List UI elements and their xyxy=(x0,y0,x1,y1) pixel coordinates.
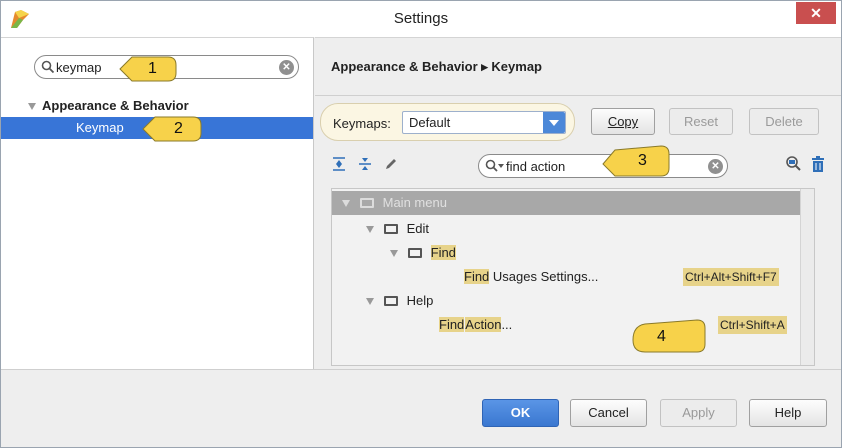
callout-number: 3 xyxy=(638,152,647,169)
window-title: Settings xyxy=(393,10,449,27)
apply-button[interactable]: Apply xyxy=(660,399,737,427)
tree-item-label: Appearance & Behavior xyxy=(42,98,189,113)
reset-button[interactable]: Reset xyxy=(669,108,733,135)
tree-row-help[interactable]: Help xyxy=(332,289,800,313)
callout-number: 2 xyxy=(174,120,183,137)
edit-pencil-icon[interactable] xyxy=(383,156,399,172)
menu-folder-icon xyxy=(360,197,374,208)
trash-icon[interactable] xyxy=(810,155,826,173)
tree-row-main-menu[interactable]: Main menu xyxy=(332,191,800,215)
action-search-value: find action xyxy=(506,159,566,174)
tree-row-edit[interactable]: Edit xyxy=(332,217,800,241)
ok-button[interactable]: OK xyxy=(482,399,559,427)
tree-label: Usages Settings... xyxy=(489,269,599,284)
callout-2: 2 xyxy=(141,114,203,144)
expand-arrow-icon xyxy=(366,298,374,306)
cancel-button[interactable]: Cancel xyxy=(570,399,647,427)
shortcut-badge: Ctrl+Alt+Shift+F7 xyxy=(683,268,779,286)
tree-label: Help xyxy=(406,293,434,308)
keymap-action-tree: Main menu Edit Find Find Usages Settings… xyxy=(331,188,815,366)
callout-number: 4 xyxy=(657,328,666,345)
footer-divider xyxy=(1,369,841,370)
find-shortcut-icon[interactable] xyxy=(785,155,803,173)
divider xyxy=(315,95,841,96)
tree-row-find-action[interactable]: FindAction... Ctrl+Shift+A xyxy=(332,313,800,337)
copy-button[interactable]: Copy xyxy=(591,108,655,135)
settings-sidebar: keymap ✕ Appearance & Behavior Keymap 1 … xyxy=(1,37,314,369)
tree-label: ... xyxy=(501,317,513,332)
tree-item-label: Keymap xyxy=(76,120,124,135)
search-dropdown-icon xyxy=(485,159,504,172)
folder-icon xyxy=(384,295,398,306)
clear-search-icon[interactable]: ✕ xyxy=(708,159,723,174)
tree-label: Edit xyxy=(406,221,430,236)
settings-search-value: keymap xyxy=(56,60,102,75)
tree-label: Main menu xyxy=(382,195,447,210)
breadcrumb: Appearance & Behavior ▸ Keymap xyxy=(331,59,542,74)
callout-1: 1 xyxy=(118,54,178,84)
dropdown-arrow-icon[interactable] xyxy=(543,112,565,133)
expand-arrow-icon xyxy=(28,103,36,111)
expand-arrow-icon xyxy=(342,200,350,208)
expand-all-icon[interactable] xyxy=(331,156,347,172)
title-bar: Settings ✕ xyxy=(1,1,841,37)
delete-button[interactable]: Delete xyxy=(749,108,819,135)
help-button[interactable]: Help xyxy=(749,399,827,427)
match-highlight: Action xyxy=(465,317,502,332)
keymaps-label: Keymaps: xyxy=(333,116,391,131)
settings-window: Settings ✕ keymap ✕ Appearance & Behavio… xyxy=(0,0,842,448)
search-icon xyxy=(41,60,55,74)
callout-number: 1 xyxy=(148,60,157,77)
callout-4: 4 xyxy=(631,318,707,354)
tree-row-find-usages-settings[interactable]: Find Usages Settings... Ctrl+Alt+Shift+F… xyxy=(332,265,800,289)
expand-arrow-icon xyxy=(390,250,398,258)
vertical-scrollbar[interactable] xyxy=(800,189,814,365)
expand-arrow-icon xyxy=(366,226,374,234)
copy-label: Copy xyxy=(607,114,639,129)
keymaps-group: Keymaps: Default xyxy=(320,103,575,141)
match-highlight: Find xyxy=(464,269,490,284)
folder-icon xyxy=(408,247,422,258)
callout-3: 3 xyxy=(601,144,671,178)
keymap-select-value: Default xyxy=(409,115,451,130)
folder-icon xyxy=(384,223,398,234)
clear-search-icon[interactable]: ✕ xyxy=(279,60,294,75)
tree-row-find[interactable]: Find xyxy=(332,241,800,265)
match-highlight: Find xyxy=(439,317,465,332)
shortcut-badge: Ctrl+Shift+A xyxy=(718,316,787,334)
keymap-panel: Appearance & Behavior ▸ Keymap Keymaps: … xyxy=(315,37,841,369)
collapse-all-icon[interactable] xyxy=(357,156,373,172)
keymap-select[interactable]: Default xyxy=(402,111,566,134)
tree-label-highlight: Find xyxy=(430,245,456,260)
close-button[interactable]: ✕ xyxy=(796,2,836,24)
